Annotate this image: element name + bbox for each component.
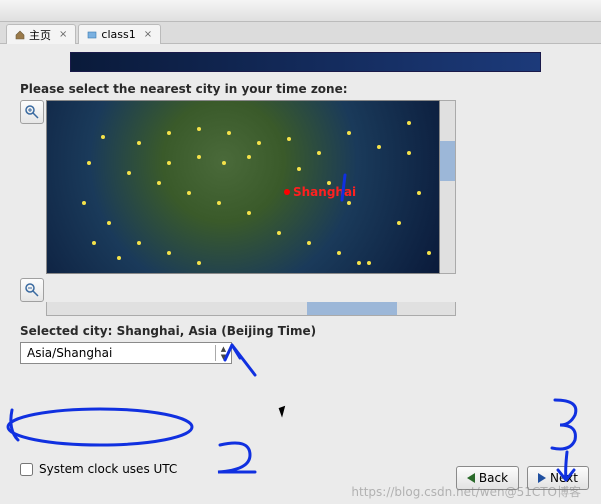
timezone-map[interactable]: Shanghai [46, 100, 440, 274]
timezone-select[interactable]: Asia/Shanghai ▲▼ [20, 342, 232, 364]
city-dot [427, 251, 431, 255]
magnifier-minus-icon [24, 282, 40, 298]
magnifier-plus-icon [24, 104, 40, 120]
utc-checkbox[interactable] [20, 463, 33, 476]
city-dot [337, 251, 341, 255]
city-dot [137, 141, 141, 145]
city-dot [87, 161, 91, 165]
city-dot [317, 151, 321, 155]
city-dot [197, 127, 201, 131]
city-dot [397, 221, 401, 225]
arrow-right-icon [538, 473, 546, 483]
city-dot [107, 221, 111, 225]
arrow-left-icon [467, 473, 475, 483]
combo-spinner[interactable]: ▲▼ [215, 345, 231, 361]
zoom-out-button[interactable] [20, 278, 44, 302]
city-dot [127, 171, 131, 175]
selected-city-label: Shanghai [293, 185, 356, 199]
selected-city-text: Selected city: Shanghai, Asia (Beijing T… [20, 324, 591, 338]
tab-label: class1 [101, 28, 135, 41]
tab-home[interactable]: 主页 × [6, 24, 76, 44]
header-banner [70, 52, 541, 72]
city-dot [167, 131, 171, 135]
city-dot [82, 201, 86, 205]
map-vertical-scrollbar[interactable] [440, 100, 456, 274]
city-dot [257, 141, 261, 145]
city-dot [101, 135, 105, 139]
city-dot [227, 131, 231, 135]
city-dot [407, 121, 411, 125]
map-horizontal-scrollbar[interactable] [46, 302, 456, 316]
zoom-in-button[interactable] [20, 100, 44, 124]
city-dot [222, 161, 226, 165]
city-dot [197, 155, 201, 159]
utc-checkbox-label: System clock uses UTC [39, 462, 177, 476]
city-dot [357, 261, 361, 265]
city-dot [197, 261, 201, 265]
city-dot [137, 241, 141, 245]
city-dot [327, 181, 331, 185]
vm-icon [87, 30, 97, 40]
city-dot [287, 137, 291, 141]
selected-city-dot [284, 189, 290, 195]
city-dot [307, 241, 311, 245]
city-dot [92, 241, 96, 245]
watermark-text: https://blog.csdn.net/wen@51CTO博客 [351, 483, 581, 500]
city-dot [417, 191, 421, 195]
city-dot [247, 155, 251, 159]
wizard-page: Please select the nearest city in your t… [0, 44, 601, 504]
app-toolbar [0, 0, 601, 22]
timezone-value: Asia/Shanghai [21, 346, 215, 360]
close-icon[interactable]: × [144, 29, 152, 40]
city-dot [367, 261, 371, 265]
city-dot [167, 161, 171, 165]
instruction-text: Please select the nearest city in your t… [20, 82, 591, 96]
city-dot [167, 251, 171, 255]
city-dot [117, 256, 121, 260]
city-dot [297, 167, 301, 171]
tab-bar: 主页 × class1 × [0, 22, 601, 44]
city-dot [277, 231, 281, 235]
tab-label: 主页 [29, 27, 51, 43]
city-dot [377, 145, 381, 149]
city-dot [347, 201, 351, 205]
tab-class1[interactable]: class1 × [78, 24, 161, 44]
close-icon[interactable]: × [59, 29, 67, 40]
city-dot [347, 131, 351, 135]
city-dot [217, 201, 221, 205]
city-dot [247, 211, 251, 215]
city-dot [157, 181, 161, 185]
city-dot [187, 191, 191, 195]
home-icon [15, 30, 25, 40]
city-dot [407, 151, 411, 155]
mouse-cursor [279, 404, 293, 417]
